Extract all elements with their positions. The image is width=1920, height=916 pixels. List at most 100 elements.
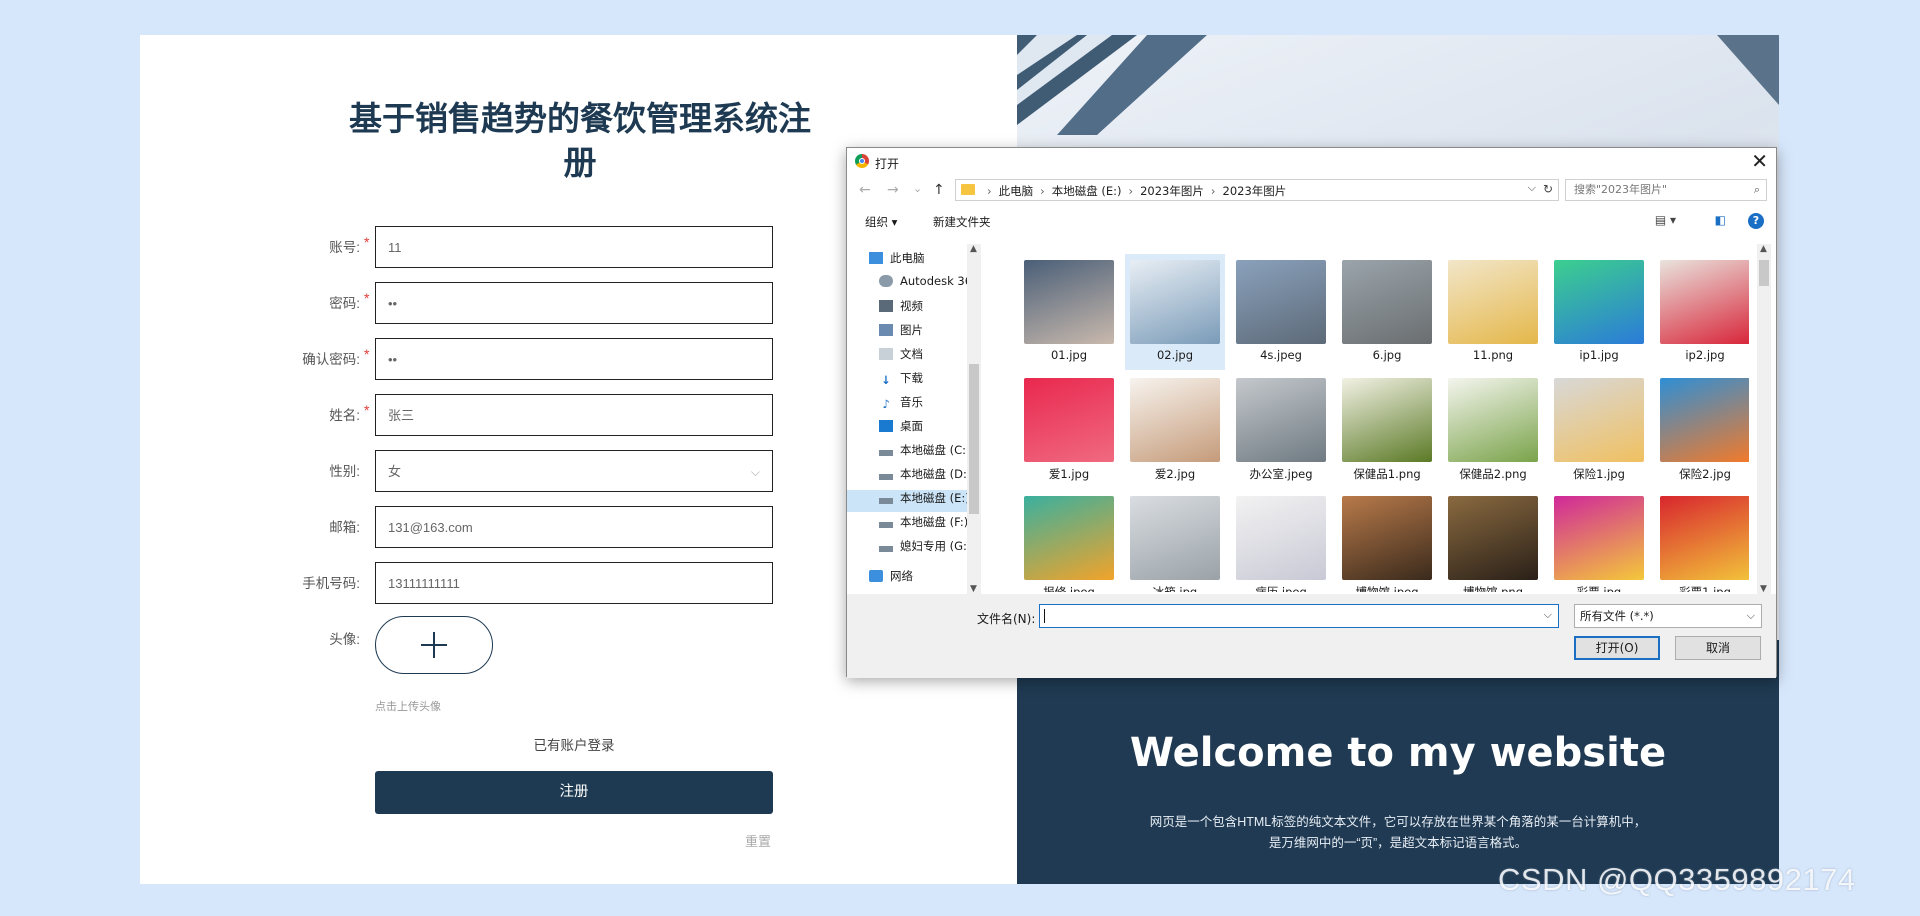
back-icon[interactable]: ← bbox=[859, 182, 871, 198]
reset-link[interactable]: 重置 bbox=[745, 831, 771, 850]
file-item[interactable]: 办公室.jpeg bbox=[1231, 372, 1331, 488]
file-item[interactable]: 博物馆.png bbox=[1443, 490, 1543, 592]
refresh-icon[interactable]: ↻ bbox=[1543, 182, 1553, 196]
file-item[interactable]: 6.jpg bbox=[1337, 254, 1437, 370]
file-item[interactable]: 4s.jpeg bbox=[1231, 254, 1331, 370]
file-item[interactable]: 病历.jpeg bbox=[1231, 490, 1331, 592]
file-item[interactable]: ip2.jpg bbox=[1655, 254, 1749, 370]
scroll-down-icon[interactable]: ▼ bbox=[1760, 584, 1767, 594]
file-thumbnail bbox=[1236, 378, 1326, 462]
file-name: 办公室.jpeg bbox=[1249, 467, 1313, 481]
up-icon[interactable]: ↑ bbox=[933, 182, 945, 198]
scroll-up-icon[interactable]: ▲ bbox=[970, 244, 977, 254]
file-item[interactable]: 01.jpg bbox=[1019, 254, 1119, 370]
avatar-upload-button[interactable] bbox=[375, 616, 493, 674]
name-label: 姓名: bbox=[329, 408, 360, 423]
breadcrumb-item[interactable]: 此电脑 bbox=[999, 184, 1034, 198]
file-name: 博物馆.png bbox=[1462, 585, 1524, 592]
file-grid-scrollbar[interactable]: ▲ ▼ bbox=[1757, 244, 1771, 594]
breadcrumb-separator: › bbox=[987, 184, 992, 198]
breadcrumb-item[interactable]: 2023年图片 bbox=[1140, 184, 1204, 198]
dialog-navbar: ← → ⌄ ↑ › 此电脑 › 本地磁盘 (E:) › 2023年图片 › 2023年图片 ⌵… bbox=[847, 176, 1776, 206]
phone-input[interactable]: 13111111111 bbox=[375, 562, 773, 604]
tree-item-video[interactable]: 视频 bbox=[879, 298, 923, 320]
tree-item-autodesk[interactable]: Autodesk 360 bbox=[879, 274, 979, 296]
organize-button[interactable]: 组织 ▾ bbox=[865, 214, 897, 230]
tree-item-label: 桌面 bbox=[900, 419, 923, 433]
scroll-up-icon[interactable]: ▲ bbox=[1760, 244, 1767, 254]
register-button[interactable]: 注册 bbox=[375, 771, 773, 814]
close-icon[interactable]: ✕ bbox=[1751, 149, 1768, 173]
preview-pane-icon[interactable]: ◧ bbox=[1715, 213, 1726, 227]
search-input[interactable]: 搜索"2023年图片" ⌕ bbox=[1565, 179, 1767, 201]
chevron-down-icon: ⌵ bbox=[750, 465, 760, 479]
tree-item-label: 本地磁盘 (F:) bbox=[900, 515, 969, 529]
new-folder-button[interactable]: 新建文件夹 bbox=[933, 214, 991, 230]
file-item[interactable]: 02.jpg bbox=[1125, 254, 1225, 370]
password-input[interactable]: •• bbox=[375, 282, 773, 324]
filename-input[interactable]: ⌵ bbox=[1039, 604, 1559, 628]
scrollbar-thumb[interactable] bbox=[969, 364, 979, 514]
file-name: 彩票.jpg bbox=[1576, 585, 1622, 592]
tree-item-network[interactable]: 网络 bbox=[869, 568, 913, 590]
tree-item-computer[interactable]: 此电脑 bbox=[869, 250, 925, 272]
breadcrumb-separator: › bbox=[1128, 184, 1134, 198]
plus-icon bbox=[421, 632, 447, 658]
help-icon[interactable]: ? bbox=[1748, 213, 1764, 229]
file-name: 保健品1.png bbox=[1353, 467, 1421, 481]
tree-item-desktop[interactable]: 桌面 bbox=[879, 418, 923, 440]
file-name: 冰箱.jpg bbox=[1152, 585, 1198, 592]
file-item[interactable]: ip1.jpg bbox=[1549, 254, 1649, 370]
tree-item-drive-d[interactable]: 本地磁盘 (D:) bbox=[879, 466, 971, 488]
file-item[interactable]: 爱1.jpg bbox=[1019, 372, 1119, 488]
file-item[interactable]: 博物馆.jpeg bbox=[1337, 490, 1437, 592]
tree-scrollbar[interactable]: ▲ ▼ bbox=[967, 244, 981, 594]
chevron-down-icon[interactable]: ⌵ bbox=[1528, 181, 1536, 195]
text-caret bbox=[1044, 609, 1045, 623]
file-item[interactable]: 保健品2.png bbox=[1443, 372, 1543, 488]
address-bar[interactable]: › 此电脑 › 本地磁盘 (E:) › 2023年图片 › 2023年图片 ⌵ ↻ bbox=[955, 179, 1559, 201]
file-item[interactable]: 11.png bbox=[1443, 254, 1543, 370]
file-item[interactable]: 保险1.jpg bbox=[1549, 372, 1649, 488]
forward-icon[interactable]: → bbox=[887, 182, 899, 198]
breadcrumb-item[interactable]: 本地磁盘 (E:) bbox=[1052, 184, 1122, 198]
tree-item-label: 媳妇专用 (G:) bbox=[900, 539, 972, 553]
required-mark: * bbox=[364, 346, 370, 362]
recent-dropdown-icon[interactable]: ⌄ bbox=[913, 182, 922, 195]
breadcrumb-item[interactable]: 2023年图片 bbox=[1223, 184, 1287, 198]
email-input[interactable]: 131@163.com bbox=[375, 506, 773, 548]
dialog-titlebar: 打开 ✕ bbox=[847, 148, 1776, 176]
view-options-icon[interactable]: ▤ ▾ bbox=[1655, 213, 1676, 227]
tree-item-drive-e[interactable]: 本地磁盘 (E:) bbox=[847, 490, 970, 512]
file-item[interactable]: 保险2.jpg bbox=[1655, 372, 1749, 488]
file-item[interactable]: 爱2.jpg bbox=[1125, 372, 1225, 488]
file-item[interactable]: 冰箱.jpg bbox=[1125, 490, 1225, 592]
confirm-password-input[interactable]: •• bbox=[375, 338, 773, 380]
file-item[interactable]: 彩票.jpg bbox=[1549, 490, 1649, 592]
gender-label: 性别: bbox=[329, 464, 360, 479]
scrollbar-thumb[interactable] bbox=[1759, 260, 1769, 286]
tree-item-drive-g[interactable]: 媳妇专用 (G:) bbox=[879, 538, 971, 560]
cancel-button[interactable]: 取消 bbox=[1675, 636, 1761, 660]
tree-item-music[interactable]: ♪ 音乐 bbox=[879, 394, 923, 416]
tree-item-downloads[interactable]: ↓ 下载 bbox=[879, 370, 923, 392]
chevron-down-icon: ⌵ bbox=[1746, 609, 1755, 622]
login-link[interactable]: 已有账户登录 bbox=[375, 734, 773, 754]
file-name: 爱1.jpg bbox=[1048, 467, 1090, 481]
chevron-down-icon[interactable]: ⌵ bbox=[1544, 608, 1552, 622]
tree-item-drive-f[interactable]: 本地磁盘 (F:) bbox=[879, 514, 968, 536]
filetype-select[interactable]: 所有文件 (*.*) ⌵ bbox=[1574, 604, 1762, 628]
account-input[interactable]: 11 bbox=[375, 226, 773, 268]
tree-item-documents[interactable]: 文档 bbox=[879, 346, 923, 368]
file-item[interactable]: 保健品1.png bbox=[1337, 372, 1437, 488]
name-input[interactable]: 张三 bbox=[375, 394, 773, 436]
tree-item-drive-c[interactable]: 本地磁盘 (C:) bbox=[879, 442, 971, 464]
file-item[interactable]: 报修.jpeg bbox=[1019, 490, 1119, 592]
open-button[interactable]: 打开(O) bbox=[1574, 636, 1660, 660]
gender-select[interactable]: 女 ⌵ bbox=[375, 450, 773, 492]
confirm-password-label: 确认密码: bbox=[302, 352, 360, 367]
file-item[interactable]: 彩票1.jpg bbox=[1655, 490, 1749, 592]
filename-label: 文件名(N): bbox=[977, 612, 1036, 626]
tree-item-pictures[interactable]: 图片 bbox=[879, 322, 923, 344]
scroll-down-icon[interactable]: ▼ bbox=[970, 584, 977, 594]
